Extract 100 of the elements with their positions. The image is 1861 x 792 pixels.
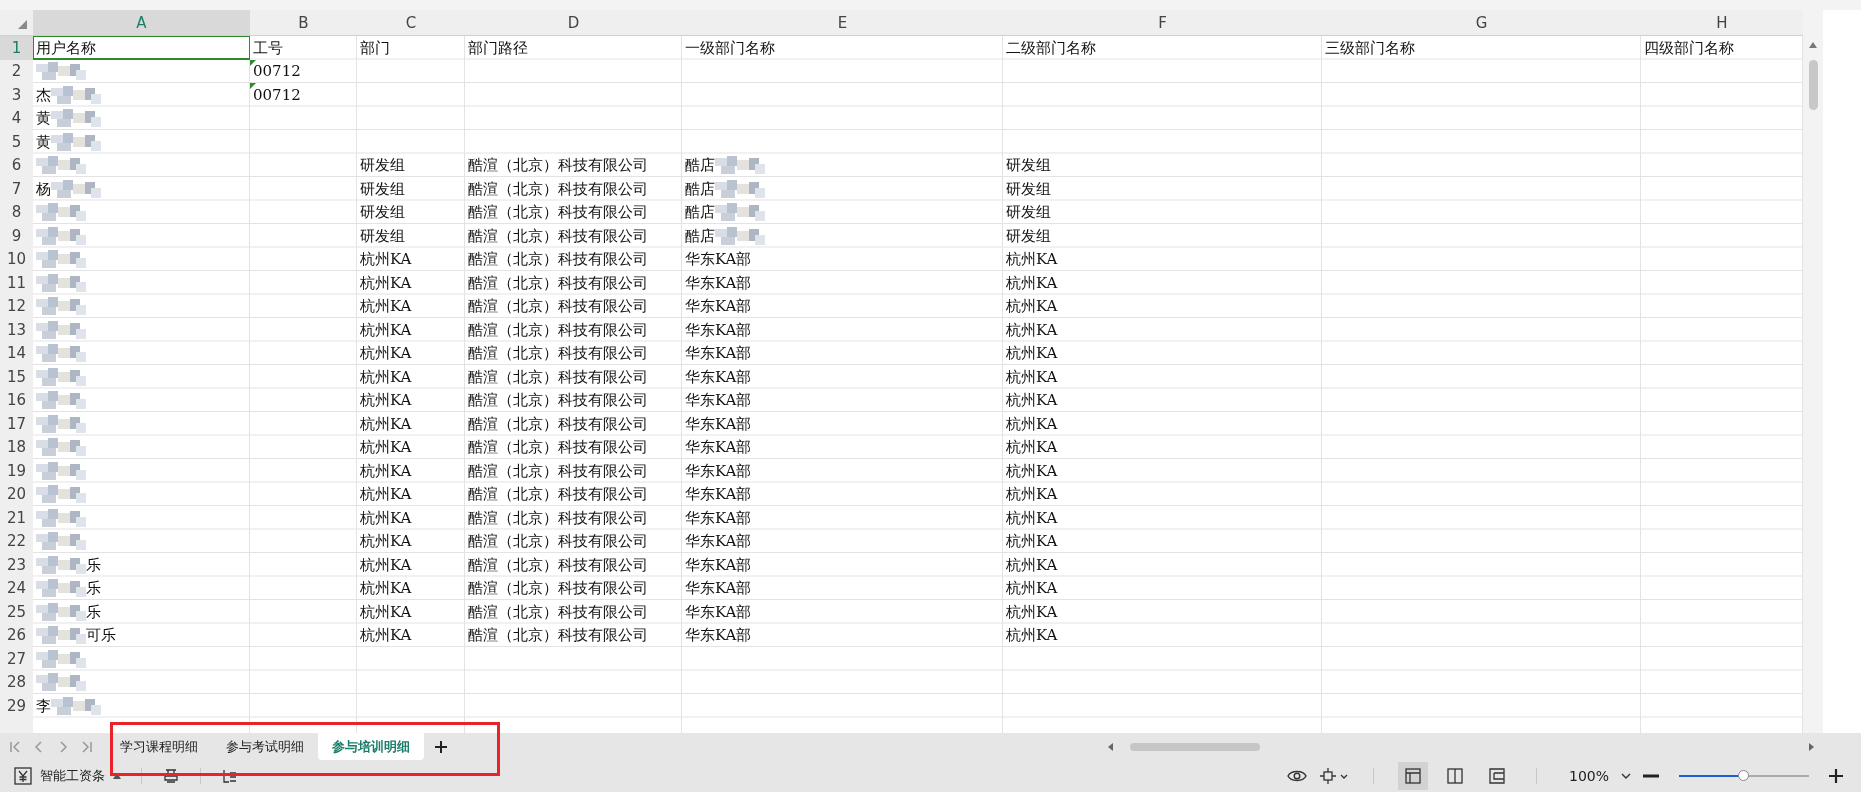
cell-text: 乐 [86,554,101,575]
stamp-icon[interactable] [162,767,180,785]
cell-text: 杭州KA [1006,507,1058,528]
cell-text: 杭州KA [360,554,412,575]
row-header[interactable]: 12 [0,294,33,318]
cell-text: 华东KA部 [685,554,752,575]
column-header[interactable]: D [465,10,682,35]
scroll-up-icon[interactable] [1809,42,1817,48]
row-header[interactable]: 27 [0,647,33,671]
cell-text: 杨 [36,178,51,199]
scroll-thumb[interactable] [1130,742,1260,751]
row-header[interactable]: 23 [0,553,33,577]
scroll-left-icon[interactable] [1106,742,1114,751]
zoom-in-icon[interactable] [1829,769,1843,783]
cell-text: 杭州KA [1006,343,1058,364]
cell-text: 杭州KA [360,437,412,458]
row-header[interactable]: 5 [0,130,33,154]
cell-text: 酷渲（北京）科技有限公司 [468,460,648,481]
row-header[interactable]: 24 [0,576,33,600]
row-header[interactable]: 14 [0,341,33,365]
column-header[interactable]: E [682,10,1003,35]
column-header[interactable]: C [357,10,465,35]
row-header[interactable]: 6 [0,153,33,177]
chevron-down-icon[interactable] [1621,772,1631,780]
list-icon[interactable] [221,767,239,785]
row-header[interactable]: 26 [0,623,33,647]
row-header[interactable]: 13 [0,318,33,342]
cell-text: 研发组 [360,225,405,246]
scroll-right-icon[interactable] [1808,742,1816,751]
row-header[interactable]: 4 [0,106,33,130]
cell-text: 酷店 [685,155,715,176]
row-header[interactable]: 11 [0,271,33,295]
cell-text: 杭州KA [360,507,412,528]
cell-text: 杭州KA [1006,249,1058,270]
row-header[interactable]: 18 [0,435,33,459]
cell-text: 华东KA部 [685,531,752,552]
row-header[interactable]: 7 [0,177,33,201]
row-header[interactable]: 17 [0,412,33,436]
row-header[interactable]: 16 [0,388,33,412]
cell-text: 酷渲（北京）科技有限公司 [468,178,648,199]
cell-text: 华东KA部 [685,484,752,505]
select-all-icon[interactable] [18,20,27,29]
cell-text: 用户名称 [36,37,96,58]
row-header[interactable]: 3 [0,83,33,107]
zoom-slider[interactable] [1679,769,1809,783]
move-icon[interactable] [1318,767,1349,785]
cell-text: 杭州KA [360,531,412,552]
cell-text: 可乐 [86,625,116,646]
view-button[interactable] [1397,762,1428,790]
sheet-tab[interactable]: 参与培训明细 [318,733,424,760]
row-header[interactable]: 25 [0,600,33,624]
row-header[interactable]: 22 [0,529,33,553]
cell-text: 一级部门名称 [685,37,775,58]
scroll-thumb[interactable] [1808,60,1818,110]
column-header[interactable]: G [1322,10,1641,35]
cell-text: 酷渲（北京）科技有限公司 [468,625,648,646]
row-header[interactable]: 1 [0,36,33,60]
cell-text: 杭州KA [1006,484,1058,505]
cell-text: 研发组 [360,178,405,199]
eye-icon[interactable] [1286,769,1307,783]
cell-text: 酷渲（北京）科技有限公司 [468,390,648,411]
column-header[interactable]: F [1003,10,1322,35]
cell-text: 乐 [86,578,101,599]
vertical-scrollbar[interactable] [1803,10,1823,733]
column-header[interactable]: H [1641,10,1803,35]
cell-text: 酷渲（北京）科技有限公司 [468,437,648,458]
cell-text: 乐 [86,601,101,622]
cell-text: 杭州KA [1006,296,1058,317]
cell-text: 杭州KA [1006,413,1058,434]
row-header[interactable]: 8 [0,200,33,224]
cell-text: 研发组 [1006,178,1051,199]
cell-text: 杭州KA [360,272,412,293]
row-header[interactable]: 21 [0,506,33,530]
cell-text: 三级部门名称 [1325,37,1415,58]
row-header[interactable]: 19 [0,459,33,483]
cell-text: 杭州KA [360,578,412,599]
zoom-level[interactable]: 100% [1568,768,1609,784]
row-header[interactable]: 9 [0,224,33,248]
sheet-tab[interactable]: 学习课程明细 [106,733,212,760]
row-header[interactable]: 29 [0,694,33,718]
status-label[interactable]: 智能工资条 [40,767,105,785]
cell-text: 杭州KA [1006,437,1058,458]
row-header[interactable]: 15 [0,365,33,389]
zoom-out-icon[interactable] [1643,774,1659,778]
sheet-tab[interactable]: 参与考试明细 [212,733,318,760]
cell-text: 酷店 [685,225,715,246]
row-header[interactable]: 28 [0,670,33,694]
cell-text: 酷渲（北京）科技有限公司 [468,507,648,528]
cell-text: 酷渲（北京）科技有限公司 [468,343,648,364]
column-header[interactable]: B [250,10,357,35]
column-header[interactable]: A [33,10,250,35]
row-header[interactable]: 10 [0,247,33,271]
cell-text: 华东KA部 [685,460,752,481]
row-header[interactable]: 2 [0,59,33,83]
caret-icon[interactable] [113,773,121,779]
row-header[interactable]: 20 [0,482,33,506]
yen-icon[interactable] [14,767,32,785]
cell-text: 黄 [36,131,51,152]
cell-text: 酷渲（北京）科技有限公司 [468,554,648,575]
add-sheet-icon[interactable] [434,739,448,754]
